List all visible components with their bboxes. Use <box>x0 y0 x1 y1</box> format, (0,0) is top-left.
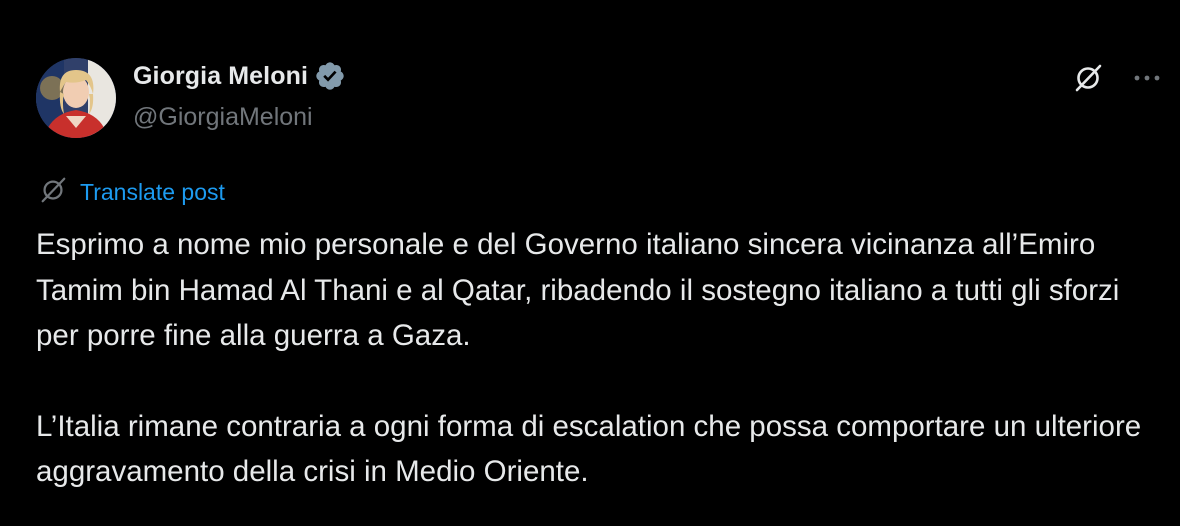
tweet-card: Giorgia Meloni @GiorgiaMeloni Translate … <box>0 0 1180 526</box>
post-text: Esprimo a nome mio personale e del Gover… <box>36 222 1166 495</box>
verified-badge-icon[interactable] <box>314 60 346 92</box>
post-paragraph: Esprimo a nome mio personale e del Gover… <box>36 228 1120 352</box>
avatar-image <box>36 58 116 138</box>
translate-post-label[interactable]: Translate post <box>80 179 225 206</box>
author-name-row: Giorgia Meloni <box>133 60 346 92</box>
post-paragraph: L’Italia rimane contraria a ogni forma d… <box>36 409 1142 489</box>
translate-post-link[interactable]: Translate post <box>38 175 225 210</box>
avatar[interactable] <box>36 58 116 138</box>
top-actions <box>1072 62 1162 94</box>
author-name[interactable]: Giorgia Meloni <box>133 62 308 91</box>
grok-icon[interactable] <box>1072 62 1104 94</box>
more-options-icon[interactable] <box>1132 73 1162 83</box>
translate-icon <box>38 175 68 210</box>
author-handle[interactable]: @GiorgiaMeloni <box>133 103 313 132</box>
